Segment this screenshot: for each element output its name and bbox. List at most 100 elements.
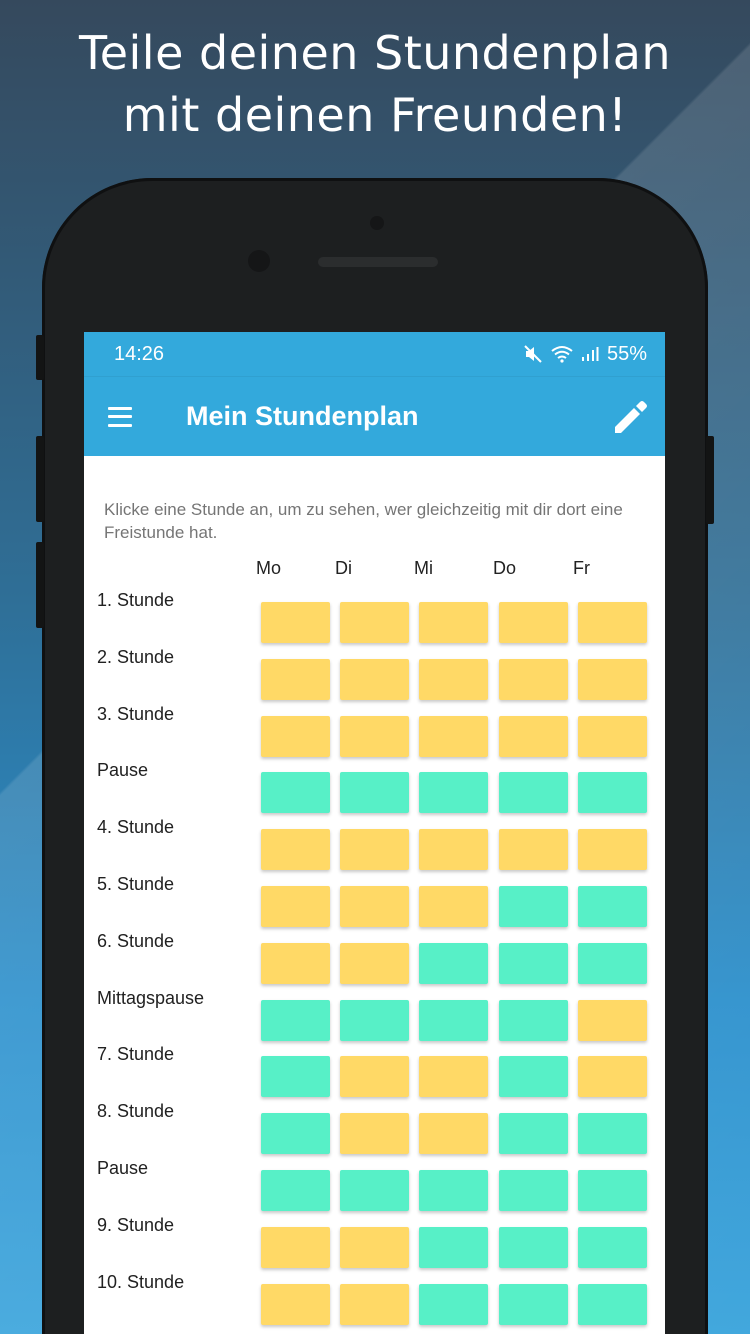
period-cell-mi-busy[interactable] [419, 1056, 488, 1098]
period-label: 6. Stunde [97, 930, 175, 951]
period-cell-fr-busy[interactable] [578, 1056, 647, 1098]
period-label: 4. Stunde [97, 817, 175, 838]
period-cell-mo-free[interactable] [261, 1056, 330, 1098]
period-label: 10. Stunde [97, 1271, 185, 1292]
period-cell-di-busy[interactable] [340, 602, 409, 643]
period-cell-di-busy[interactable] [340, 942, 409, 984]
day-header-di: Di [335, 558, 352, 578]
phone-volume-up-button [36, 436, 44, 522]
period-cell-mo-free[interactable] [261, 1170, 330, 1211]
phone-camera [248, 250, 270, 272]
mute-icon [524, 345, 542, 363]
period-cell-do-free[interactable] [499, 1056, 568, 1098]
period-cell-do-busy[interactable] [499, 658, 568, 700]
period-cell-di-busy[interactable] [340, 1113, 409, 1155]
phone-sensor [370, 216, 384, 230]
period-cell-mi-busy[interactable] [419, 829, 488, 871]
timetable-row: Pause [84, 1158, 665, 1215]
status-bar: 14:26 55% [84, 332, 665, 376]
period-cell-fr-free[interactable] [578, 772, 647, 814]
period-cell-do-busy[interactable] [499, 715, 568, 757]
period-cell-mi-busy[interactable] [419, 1113, 488, 1155]
period-cell-fr-free[interactable] [578, 942, 647, 984]
period-cell-di-busy[interactable] [340, 1226, 409, 1268]
period-cell-fr-busy[interactable] [578, 715, 647, 757]
period-cell-mi-busy[interactable] [419, 602, 488, 643]
period-cell-mo-busy[interactable] [261, 715, 330, 757]
timetable-row: 3. Stunde [84, 704, 665, 761]
period-label: 2. Stunde [97, 646, 175, 667]
period-cell-do-free[interactable] [499, 886, 568, 927]
period-cell-di-free[interactable] [340, 999, 409, 1041]
period-cell-di-free[interactable] [340, 1170, 409, 1211]
period-cell-mo-busy[interactable] [261, 602, 330, 643]
timetable-row: 2. Stunde [84, 647, 665, 704]
period-cell-mo-busy[interactable] [261, 1226, 330, 1268]
period-cell-do-free[interactable] [499, 1113, 568, 1155]
period-label: Pause [97, 760, 149, 781]
period-cell-fr-free[interactable] [578, 1113, 647, 1155]
period-label: 7. Stunde [97, 1044, 175, 1065]
period-cell-mo-busy[interactable] [261, 658, 330, 700]
hint-text: Klicke eine Stunde an, um zu sehen, wer … [104, 500, 623, 542]
period-cell-do-free[interactable] [499, 772, 568, 814]
period-cell-do-free[interactable] [499, 999, 568, 1041]
timetable-row: 7. Stunde [84, 1044, 665, 1101]
hamburger-menu-icon[interactable] [108, 406, 132, 427]
period-cell-mi-busy[interactable] [419, 658, 488, 700]
period-cell-di-busy[interactable] [340, 1056, 409, 1098]
period-cell-mo-free[interactable] [261, 1113, 330, 1155]
period-cell-mi-free[interactable] [419, 1283, 488, 1325]
promo-headline: Teile deinen Stundenplan mit deinen Freu… [0, 22, 750, 146]
period-cell-mo-busy[interactable] [261, 886, 330, 927]
period-cell-mo-busy[interactable] [261, 1283, 330, 1325]
period-cell-fr-busy[interactable] [578, 658, 647, 700]
period-cell-do-busy[interactable] [499, 602, 568, 643]
period-cell-do-free[interactable] [499, 942, 568, 984]
period-cell-mi-free[interactable] [419, 999, 488, 1041]
headline-line-2: mit deinen Freunden! [122, 88, 628, 142]
period-label: Mittagspause [97, 987, 205, 1008]
period-label: 9. Stunde [97, 1214, 175, 1235]
period-cell-fr-busy[interactable] [578, 999, 647, 1041]
wifi-icon [551, 346, 573, 363]
timetable-row: 1. Stunde [84, 590, 665, 647]
period-cell-mo-free[interactable] [261, 772, 330, 814]
day-header-fr: Fr [573, 558, 590, 578]
period-cell-di-busy[interactable] [340, 658, 409, 700]
period-cell-mo-free[interactable] [261, 999, 330, 1041]
period-cell-mi-free[interactable] [419, 1226, 488, 1268]
period-cell-mi-busy[interactable] [419, 886, 488, 927]
signal-icon [581, 347, 599, 361]
period-cell-mo-busy[interactable] [261, 829, 330, 871]
phone-power-button [706, 436, 714, 524]
period-cell-fr-busy[interactable] [578, 829, 647, 871]
period-cell-di-busy[interactable] [340, 886, 409, 927]
timetable-row: 5. Stunde [84, 874, 665, 931]
period-cell-fr-busy[interactable] [578, 602, 647, 643]
period-cell-di-free[interactable] [340, 772, 409, 814]
phone-volume-down-button [36, 542, 44, 628]
period-cell-mi-free[interactable] [419, 1170, 488, 1211]
period-cell-di-busy[interactable] [340, 715, 409, 757]
period-label: 1. Stunde [97, 590, 175, 610]
period-cell-do-free[interactable] [499, 1226, 568, 1268]
timetable-row: 6. Stunde [84, 931, 665, 988]
period-cell-di-busy[interactable] [340, 1283, 409, 1325]
period-cell-di-busy[interactable] [340, 829, 409, 871]
timetable-row: 9. Stunde [84, 1215, 665, 1272]
timetable-row: 10. Stunde [84, 1272, 665, 1329]
period-cell-do-free[interactable] [499, 1283, 568, 1325]
period-cell-do-free[interactable] [499, 1170, 568, 1211]
period-cell-mi-busy[interactable] [419, 715, 488, 757]
period-cell-fr-free[interactable] [578, 1283, 647, 1325]
period-cell-fr-free[interactable] [578, 886, 647, 927]
period-cell-fr-free[interactable] [578, 1170, 647, 1211]
period-cell-fr-free[interactable] [578, 1226, 647, 1268]
period-cell-mi-free[interactable] [419, 772, 488, 814]
pencil-icon[interactable] [611, 397, 651, 437]
period-cell-mi-free[interactable] [419, 942, 488, 984]
phone-speaker [318, 257, 438, 267]
period-cell-mo-busy[interactable] [261, 942, 330, 984]
period-cell-do-busy[interactable] [499, 829, 568, 871]
